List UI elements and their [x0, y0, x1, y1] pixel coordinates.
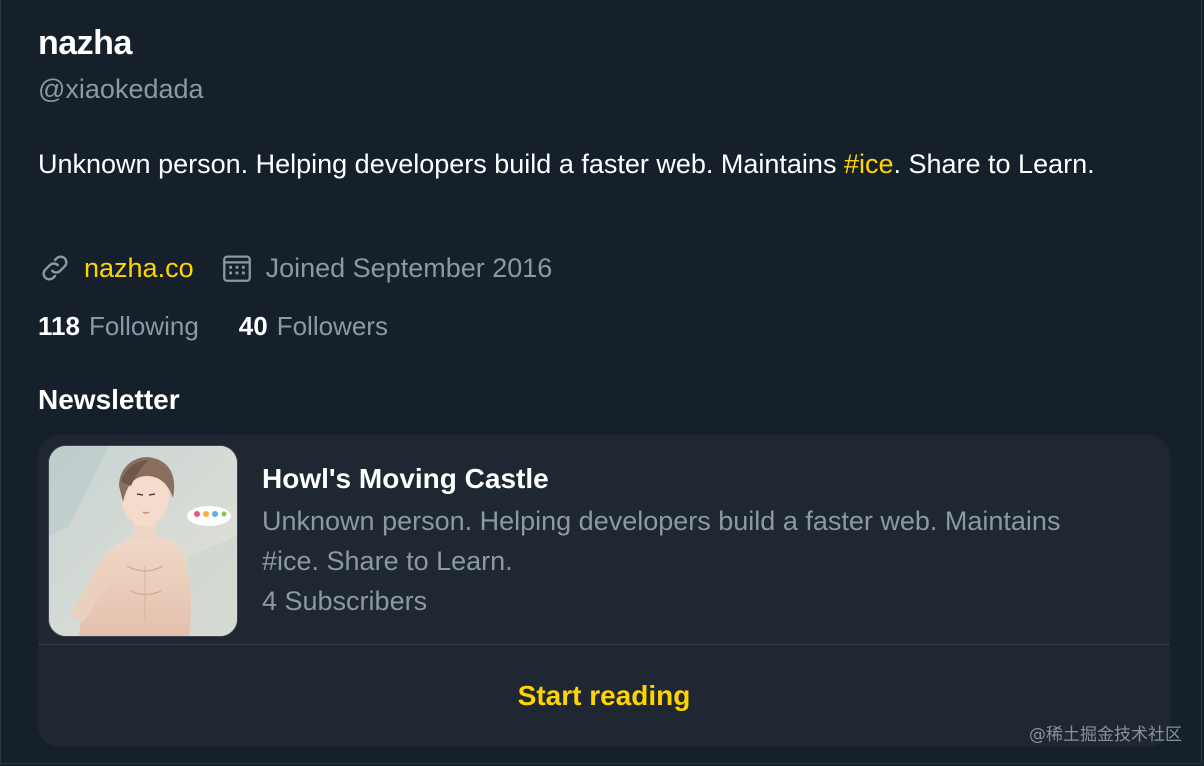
- profile-panel: nazha @xiaokedada Unknown person. Helpin…: [0, 0, 1202, 764]
- following-link[interactable]: 118 Following: [38, 311, 199, 342]
- newsletter-cover-image: [48, 445, 238, 637]
- calendar-icon: [220, 251, 254, 285]
- profile-handle: @xiaokedada: [38, 74, 204, 104]
- newsletter-card[interactable]: Howl's Moving Castle Unknown person. Hel…: [38, 435, 1170, 747]
- newsletter-subscriber-count: 4 Subscribers: [262, 586, 428, 616]
- profile-stats: 118 Following 40 Followers: [38, 311, 388, 342]
- link-icon: [38, 251, 72, 285]
- newsletter-section-title: Newsletter: [38, 384, 180, 415]
- newsletter-title: Howl's Moving Castle: [262, 463, 549, 494]
- following-label: Following: [88, 311, 199, 341]
- profile-name: nazha: [38, 24, 132, 62]
- website-link[interactable]: nazha.co: [84, 253, 194, 284]
- newsletter-description: Unknown person. Helping developers build…: [262, 506, 1061, 576]
- profile-bio: Unknown person. Helping developers build…: [38, 144, 1168, 184]
- joined-date: Joined September 2016: [265, 252, 553, 283]
- bio-text-end: . Share to Learn.: [893, 149, 1095, 179]
- bio-text: Unknown person. Helping developers build…: [38, 149, 844, 179]
- start-reading-button[interactable]: Start reading: [38, 645, 1170, 747]
- profile-meta: nazha.co Joined September 2016: [38, 248, 552, 288]
- followers-count: 40: [238, 311, 268, 341]
- website-item[interactable]: nazha.co: [38, 251, 194, 285]
- followers-link[interactable]: 40 Followers: [239, 311, 388, 342]
- bio-hashtag-link[interactable]: #ice: [844, 149, 894, 179]
- joined-item: Joined September 2016: [220, 251, 553, 285]
- site-watermark: @稀土掘金技术社区: [1029, 725, 1182, 745]
- followers-label: Followers: [276, 311, 388, 341]
- following-count: 118: [38, 311, 80, 341]
